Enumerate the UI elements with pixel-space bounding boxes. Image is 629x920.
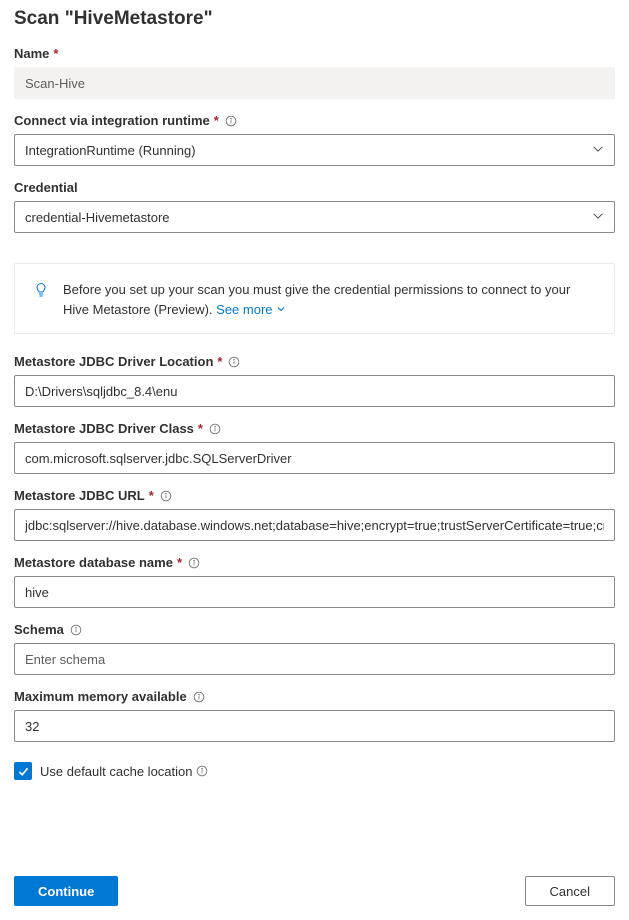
page-title: Scan "HiveMetastore" (14, 0, 615, 46)
cancel-button[interactable]: Cancel (525, 876, 615, 906)
required-asterisk: * (198, 421, 203, 436)
info-callout: Before you set up your scan you must giv… (14, 263, 615, 334)
required-asterisk: * (53, 46, 58, 61)
credential-label: Credential (14, 180, 615, 195)
name-label: Name * (14, 46, 615, 61)
info-icon[interactable] (160, 490, 172, 502)
lightbulb-icon (33, 282, 49, 304)
database-name-label: Metastore database name * (14, 555, 615, 570)
name-input[interactable] (14, 67, 615, 99)
jdbc-driver-class-input[interactable] (14, 442, 615, 474)
max-memory-label: Maximum memory available (14, 689, 615, 704)
credential-select[interactable]: credential-Hivemetastore (14, 201, 615, 233)
jdbc-driver-location-input[interactable] (14, 375, 615, 407)
info-icon[interactable] (228, 356, 240, 368)
jdbc-driver-location-label: Metastore JDBC Driver Location * (14, 354, 615, 369)
info-icon[interactable] (188, 557, 200, 569)
required-asterisk: * (177, 555, 182, 570)
max-memory-input[interactable] (14, 710, 615, 742)
jdbc-url-input[interactable] (14, 509, 615, 541)
continue-button[interactable]: Continue (14, 876, 118, 906)
info-icon[interactable] (70, 624, 82, 636)
info-icon[interactable] (196, 765, 208, 777)
required-asterisk: * (214, 113, 219, 128)
jdbc-url-label: Metastore JDBC URL * (14, 488, 615, 503)
use-default-cache-checkbox[interactable] (14, 762, 32, 780)
see-more-link[interactable]: See more (216, 300, 286, 320)
use-default-cache-label: Use default cache location (40, 764, 208, 779)
required-asterisk: * (217, 354, 222, 369)
info-icon[interactable] (209, 423, 221, 435)
schema-label: Schema (14, 622, 615, 637)
database-name-input[interactable] (14, 576, 615, 608)
callout-text: Before you set up your scan you must giv… (63, 282, 570, 317)
schema-input[interactable] (14, 643, 615, 675)
jdbc-driver-class-label: Metastore JDBC Driver Class * (14, 421, 615, 436)
info-icon[interactable] (193, 691, 205, 703)
integration-runtime-select[interactable]: IntegrationRuntime (Running) (14, 134, 615, 166)
info-icon[interactable] (225, 115, 237, 127)
integration-runtime-label: Connect via integration runtime * (14, 113, 615, 128)
required-asterisk: * (149, 488, 154, 503)
